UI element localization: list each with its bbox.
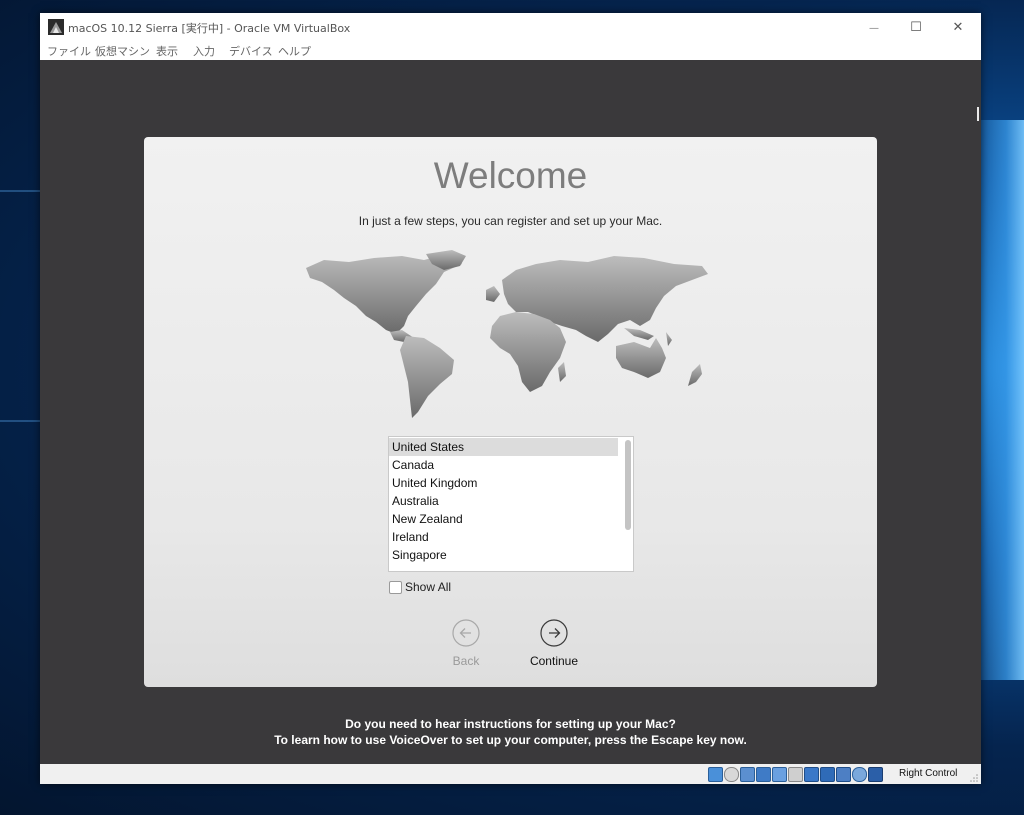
- close-button[interactable]: ✕: [935, 13, 981, 42]
- minimize-icon: —: [869, 23, 879, 34]
- continue-arrow-icon: [540, 619, 568, 647]
- show-all-label: Show All: [405, 580, 452, 594]
- page-subtitle: In just a few steps, you can register an…: [358, 214, 663, 228]
- menu-help[interactable]: ヘルプ: [278, 43, 311, 59]
- minimize-button[interactable]: —: [851, 13, 897, 42]
- list-item-selected[interactable]: United States: [389, 438, 618, 456]
- back-arrow-icon: [452, 619, 480, 647]
- menu-devices[interactable]: デバイス: [229, 43, 273, 59]
- network-icon[interactable]: [756, 767, 771, 782]
- continue-label: Continue: [529, 654, 579, 668]
- virtualization-icon[interactable]: [836, 767, 851, 782]
- hard-disk-icon[interactable]: [708, 767, 723, 782]
- window-title: macOS 10.12 Sierra [実行中] - Oracle VM Vir…: [68, 22, 351, 35]
- back-label: Back: [452, 654, 480, 668]
- virtualbox-window: macOS 10.12 Sierra [実行中] - Oracle VM Vir…: [40, 13, 981, 784]
- resize-grip-icon[interactable]: [970, 774, 978, 782]
- virtualbox-app-icon: [48, 19, 64, 35]
- menu-bar: ファイル 仮想マシン 表示 入力 デバイス ヘルプ: [40, 42, 981, 60]
- back-button[interactable]: Back: [436, 619, 496, 669]
- keyboard-capture-icon[interactable]: [868, 767, 883, 782]
- continue-button[interactable]: Continue: [524, 619, 584, 669]
- list-item[interactable]: Ireland: [389, 528, 618, 546]
- host-key-label: Right Control: [899, 768, 958, 779]
- menu-machine[interactable]: 仮想マシン: [95, 43, 150, 59]
- close-icon: ✕: [952, 20, 964, 35]
- display-icon[interactable]: [804, 767, 819, 782]
- audio-icon[interactable]: [740, 767, 755, 782]
- show-all-checkbox[interactable]: [389, 581, 402, 594]
- list-item[interactable]: New Zealand: [389, 510, 618, 528]
- video-capture-icon[interactable]: [820, 767, 835, 782]
- voiceover-prompt-line2: To learn how to use VoiceOver to set up …: [274, 733, 747, 747]
- voiceover-prompt-line1: Do you need to hear instructions for set…: [345, 717, 676, 731]
- optical-drive-icon[interactable]: [724, 767, 739, 782]
- menu-input[interactable]: 入力: [193, 43, 215, 59]
- maximize-button[interactable]: ☐: [893, 13, 939, 42]
- title-bar[interactable]: macOS 10.12 Sierra [実行中] - Oracle VM Vir…: [40, 13, 981, 42]
- setup-assistant-panel: Welcome In just a few steps, you can reg…: [144, 137, 877, 687]
- desktop-light-stripe: [0, 190, 40, 192]
- mouse-integration-icon[interactable]: [852, 767, 867, 782]
- list-scrollbar[interactable]: [625, 440, 631, 530]
- shared-folder-icon[interactable]: [788, 767, 803, 782]
- list-item[interactable]: Canada: [389, 456, 618, 474]
- list-item[interactable]: United Kingdom: [389, 474, 618, 492]
- country-list[interactable]: United States Canada United Kingdom Aust…: [388, 436, 634, 572]
- status-bar: Right Control: [40, 764, 981, 784]
- maximize-icon: ☐: [910, 20, 922, 35]
- list-item[interactable]: Australia: [389, 492, 618, 510]
- desktop-light-stripe: [0, 420, 40, 422]
- usb-icon[interactable]: [772, 767, 787, 782]
- menu-view[interactable]: 表示: [156, 43, 178, 59]
- text-cursor-icon: [977, 107, 979, 121]
- menu-file[interactable]: ファイル: [47, 43, 91, 59]
- vm-display[interactable]: Welcome In just a few steps, you can reg…: [40, 60, 981, 764]
- list-item[interactable]: Singapore: [389, 546, 618, 564]
- page-title: Welcome: [433, 155, 588, 196]
- world-map-image: [306, 250, 708, 418]
